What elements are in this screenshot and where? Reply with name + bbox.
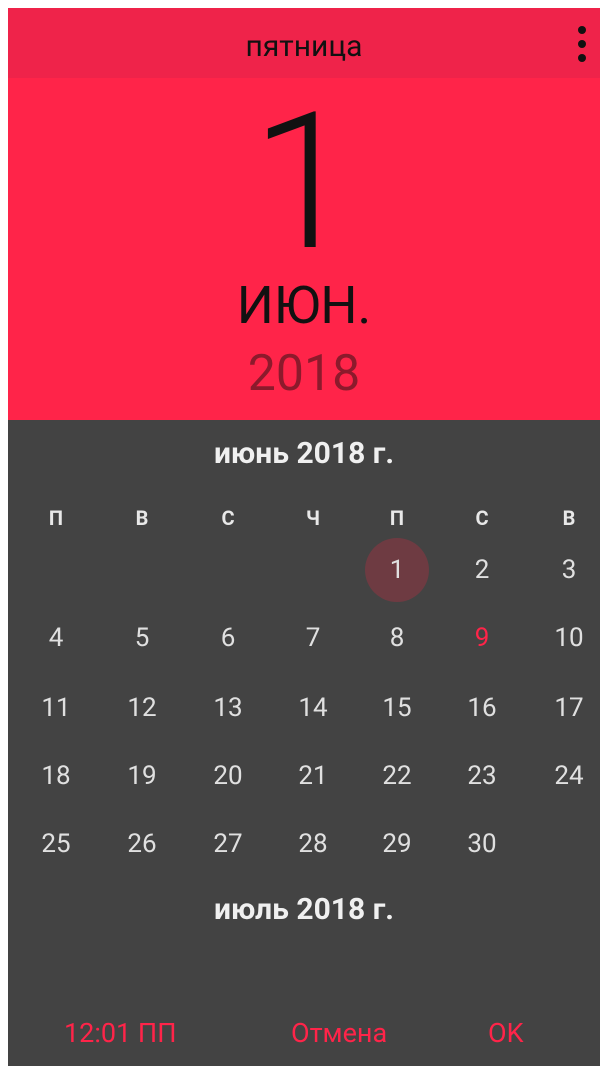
weekday-label: С <box>221 506 235 530</box>
day-cell[interactable]: 6 <box>196 606 260 670</box>
day-cell[interactable]: 4 <box>24 606 88 670</box>
weekday-label: В <box>135 506 149 530</box>
day-cell[interactable]: 28 <box>281 812 345 876</box>
day-cell[interactable]: 16 <box>450 676 514 740</box>
day-cell[interactable]: 13 <box>196 676 260 740</box>
day-cell[interactable]: 17 <box>537 676 600 740</box>
day-cell[interactable]: 22 <box>365 744 429 808</box>
day-cell[interactable]: 23 <box>450 744 514 808</box>
day-cell[interactable]: 9 <box>450 606 514 670</box>
day-cell[interactable]: 8 <box>365 606 429 670</box>
day-cell[interactable]: 19 <box>110 744 174 808</box>
day-cell[interactable]: 10 <box>537 606 600 670</box>
weekday-label: С <box>475 506 489 530</box>
ok-button[interactable]: OK <box>488 1008 524 1058</box>
day-cell[interactable]: 5 <box>110 606 174 670</box>
day-cell[interactable]: 14 <box>281 676 345 740</box>
day-cell[interactable]: 1 <box>365 538 429 602</box>
selected-month[interactable]: ИЮН. <box>8 278 600 334</box>
weekday-label: П <box>48 506 64 530</box>
day-cell[interactable]: 12 <box>110 676 174 740</box>
day-cell[interactable]: 2 <box>450 538 514 602</box>
day-cell[interactable]: 7 <box>281 606 345 670</box>
day-cell[interactable]: 20 <box>196 744 260 808</box>
day-cell[interactable]: 27 <box>196 812 260 876</box>
day-cell[interactable]: 3 <box>537 538 600 602</box>
cancel-button[interactable]: Отмена <box>291 1008 387 1058</box>
selected-year[interactable]: 2018 <box>8 346 600 402</box>
selected-date-display: 1 ИЮН. 2018 <box>8 78 600 420</box>
weekday-label: П <box>389 506 405 530</box>
weekday-header: пятница <box>8 8 600 78</box>
day-cell[interactable]: 24 <box>537 744 600 808</box>
day-cell[interactable]: 29 <box>365 812 429 876</box>
weekday-label: Ч <box>306 506 320 530</box>
weekday-label: В <box>562 506 576 530</box>
day-cell[interactable]: 30 <box>450 812 514 876</box>
time-button[interactable]: 12:01 ПП <box>64 1008 176 1058</box>
month-title: июнь 2018 г. <box>213 436 395 471</box>
day-cell[interactable]: 26 <box>110 812 174 876</box>
day-cell[interactable]: 18 <box>24 744 88 808</box>
next-month-title: июль 2018 г. <box>214 892 394 927</box>
day-cell[interactable]: 11 <box>24 676 88 740</box>
selected-day[interactable]: 1 <box>8 88 600 278</box>
day-cell[interactable]: 25 <box>24 812 88 876</box>
weekday-label: пятница <box>245 29 363 64</box>
more-options-icon[interactable] <box>576 26 588 70</box>
day-cell[interactable]: 21 <box>281 744 345 808</box>
day-cell[interactable]: 15 <box>365 676 429 740</box>
date-picker-dialog: пятница 1 ИЮН. 2018 июнь 2018 г. ПВСЧПСВ… <box>8 8 600 1066</box>
dialog-actions: 12:01 ПП Отмена OK <box>8 1008 600 1058</box>
